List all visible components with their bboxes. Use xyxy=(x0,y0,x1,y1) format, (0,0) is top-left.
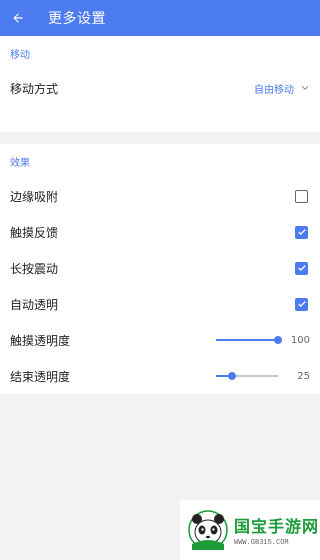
check-icon xyxy=(297,229,306,235)
touch-opacity-label: 触摸透明度 xyxy=(10,333,71,348)
end-opacity-slider[interactable] xyxy=(216,370,278,382)
haptic-row[interactable]: 触摸反馈 xyxy=(0,214,320,250)
slider-thumb[interactable] xyxy=(227,372,236,380)
move-mode-dropdown[interactable]: 自由移动 xyxy=(254,81,310,96)
panda-icon xyxy=(188,510,228,550)
toolbar: 更多设置 xyxy=(0,0,320,36)
section-header-move: 移动 xyxy=(10,49,30,61)
long-press-vibrate-row[interactable]: 长按震动 xyxy=(0,250,320,286)
haptic-label: 触摸反馈 xyxy=(10,225,59,240)
edge-snap-row[interactable]: 边缘吸附 xyxy=(0,178,320,214)
watermark-brand: 国宝手游网 xyxy=(234,517,320,536)
effect-section: 效果 边缘吸附 触摸反馈 长按震动 自动透明 触摸透明度 100 结束透明度 2… xyxy=(0,144,320,394)
section-header-effect: 效果 xyxy=(10,157,30,169)
arrow-left-icon xyxy=(13,13,23,23)
move-section: 移动 移动方式 自由移动 xyxy=(0,36,320,132)
end-opacity-label: 结束透明度 xyxy=(10,369,71,384)
end-opacity-value: 25 xyxy=(297,370,310,382)
move-mode-row[interactable]: 移动方式 自由移动 xyxy=(0,70,320,106)
long-press-vibrate-checkbox[interactable] xyxy=(295,261,308,275)
back-button[interactable] xyxy=(0,0,36,36)
watermark: 国宝手游网 WWW.GB315.COM xyxy=(180,500,320,560)
touch-opacity-control: 100 xyxy=(216,334,310,346)
auto-transparent-row[interactable]: 自动透明 xyxy=(0,286,320,322)
auto-transparent-checkbox[interactable] xyxy=(295,297,308,311)
edge-snap-label: 边缘吸附 xyxy=(10,189,59,204)
move-mode-label: 移动方式 xyxy=(10,81,59,96)
touch-opacity-slider[interactable] xyxy=(216,334,282,346)
check-icon xyxy=(297,301,306,307)
settings-screen: 更多设置 移动 移动方式 自由移动 效果 边缘吸附 触摸反馈 长按震动 自动透明… xyxy=(0,0,320,560)
watermark-site: WWW.GB315.COM xyxy=(234,539,289,547)
edge-snap-checkbox[interactable] xyxy=(295,189,308,203)
long-press-vibrate-label: 长按震动 xyxy=(10,261,59,276)
slider-fill xyxy=(216,339,278,341)
end-opacity-row: 结束透明度 25 xyxy=(0,358,320,394)
slider-thumb[interactable] xyxy=(274,336,282,344)
haptic-checkbox[interactable] xyxy=(295,225,308,239)
touch-opacity-value: 100 xyxy=(290,334,310,346)
auto-transparent-label: 自动透明 xyxy=(10,297,59,312)
touch-opacity-row: 触摸透明度 100 xyxy=(0,322,320,358)
section-divider xyxy=(0,132,320,144)
watermark-text: 国宝手游网 WWW.GB315.COM xyxy=(234,513,319,547)
chevron-down-icon xyxy=(301,86,309,90)
page-title: 更多设置 xyxy=(48,11,106,27)
end-opacity-control: 25 xyxy=(216,370,310,382)
check-icon xyxy=(297,265,306,271)
move-mode-value: 自由移动 xyxy=(254,84,294,96)
